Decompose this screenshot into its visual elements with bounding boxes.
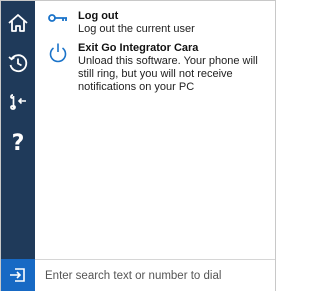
sign-in-arrow-icon <box>10 268 25 282</box>
sidebar-item-help[interactable]: ? <box>1 126 35 162</box>
menu-item-exit[interactable]: Exit Go Integrator Cara Unload this soft… <box>35 42 275 94</box>
home-icon <box>8 14 28 32</box>
menu-item-description: Log out the current user <box>78 23 195 35</box>
phone-transfer-icon <box>10 94 26 110</box>
sign-in-button[interactable] <box>1 259 35 291</box>
sidebar: ? <box>1 1 35 259</box>
app-window: ? Log out Log out the current user Exit … <box>0 0 276 292</box>
sidebar-item-home[interactable] <box>1 5 35 41</box>
search-input[interactable] <box>35 260 275 292</box>
menu-item-log-out[interactable]: Log out Log out the current user <box>35 10 275 36</box>
sidebar-item-transfer[interactable] <box>1 84 35 120</box>
sidebar-item-history[interactable] <box>1 45 35 81</box>
menu-item-exit-text: Exit Go Integrator Cara Unload this soft… <box>78 42 267 94</box>
search-bar <box>35 259 275 292</box>
menu-item-title: Exit Go Integrator Cara <box>78 42 199 54</box>
menu-item-description: Unload this software. Your phone will st… <box>78 55 258 93</box>
history-clock-icon <box>8 54 28 73</box>
menu-panel: Log out Log out the current user Exit Go… <box>35 1 275 259</box>
help-icon: ? <box>11 131 25 156</box>
menu-item-title: Log out <box>78 10 119 22</box>
power-icon <box>49 43 67 63</box>
menu-item-log-out-text: Log out Log out the current user <box>78 10 267 36</box>
key-icon <box>48 14 67 22</box>
